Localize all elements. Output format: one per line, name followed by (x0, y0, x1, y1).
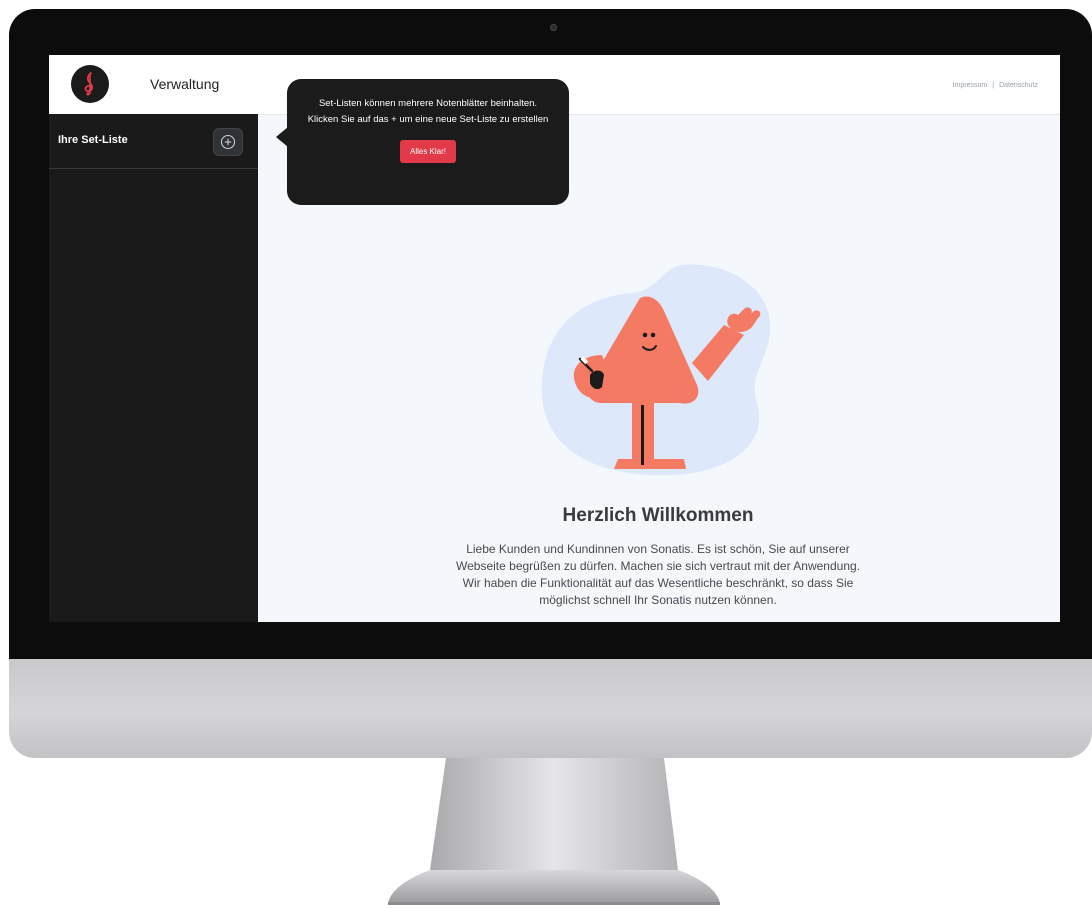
app-logo[interactable] (71, 65, 109, 103)
tooltip-text: Set-Listen können mehrere Notenblätter b… (307, 98, 549, 125)
camera (550, 24, 557, 31)
monitor-chin (9, 659, 1092, 758)
sidebar-header: Ihre Set-Liste (49, 114, 258, 169)
waving-character-illustration (541, 264, 771, 476)
link-separator: | (992, 82, 995, 89)
datenschutz-link[interactable]: Datenschutz (999, 82, 1038, 89)
onboarding-tooltip: Set-Listen können mehrere Notenblätter b… (276, 79, 569, 205)
sidebar-title: Ihre Set-Liste (58, 134, 128, 146)
screen: Verwaltung Impressum | Datenschutz Ihre Se… (49, 55, 1060, 622)
sidebar: Ihre Set-Liste (49, 114, 258, 622)
treble-clef-icon (84, 72, 94, 96)
impressum-link[interactable]: Impressum (953, 82, 988, 89)
app-title: Verwaltung (150, 76, 220, 92)
plus-circle-icon (220, 134, 236, 150)
welcome-text: Liebe Kunden und Kundinnen von Sonatis. … (456, 542, 860, 607)
top-links: Impressum | Datenschutz (953, 82, 1038, 89)
monitor-stand (388, 758, 720, 905)
add-set-list-button[interactable] (213, 128, 243, 156)
welcome-title: Herzlich Willkommen (562, 505, 754, 526)
confirm-button[interactable]: Alles Klar! (399, 140, 456, 163)
